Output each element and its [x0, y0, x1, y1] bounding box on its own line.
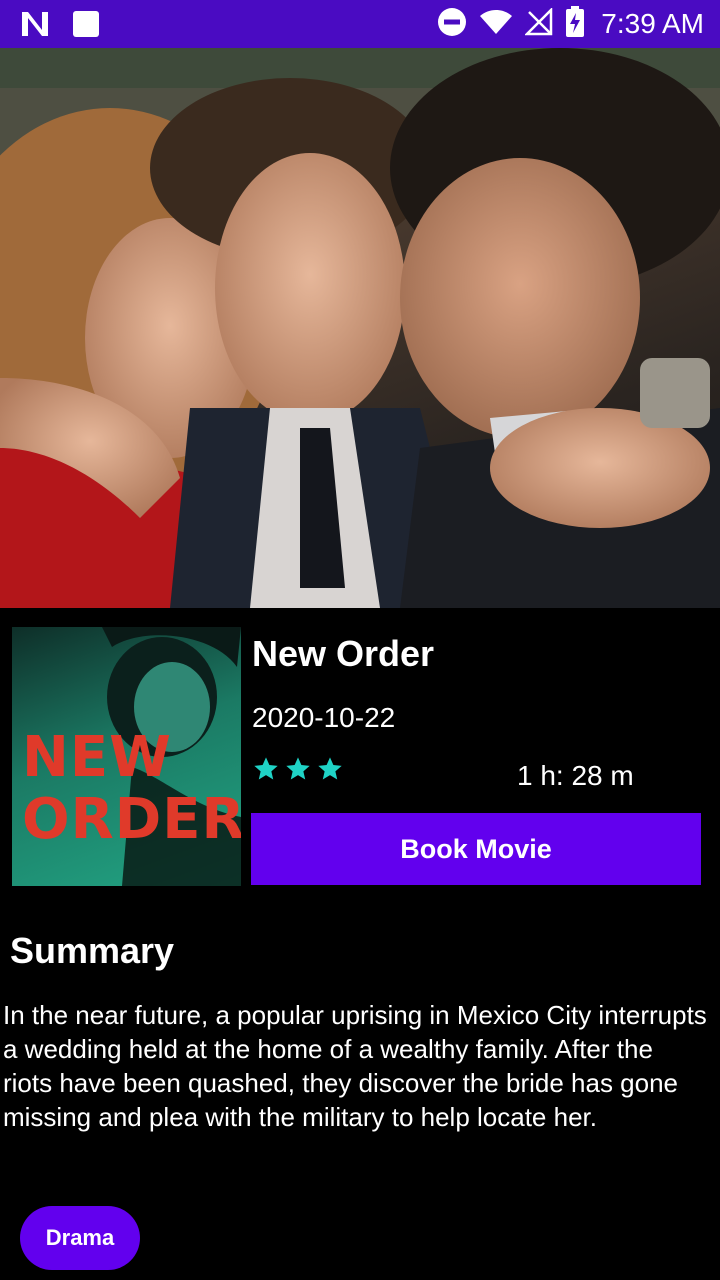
backdrop-photo [0, 48, 720, 608]
rating-stars [252, 755, 344, 788]
status-bar: 7:39 AM [0, 0, 720, 48]
status-bar-right: 7:39 AM [437, 0, 704, 48]
poster-title-line-1: NEW [22, 725, 172, 790]
status-bar-left [20, 10, 100, 43]
poster-title: NEW ORDER [22, 727, 241, 851]
star-icon [316, 755, 344, 788]
do-not-disturb-icon [437, 7, 467, 42]
summary-heading: Summary [10, 930, 175, 971]
status-time: 7:39 AM [601, 8, 704, 39]
book-movie-button[interactable]: Book Movie [251, 813, 701, 885]
movie-title: New Order [252, 633, 435, 674]
battery-charging-icon [565, 5, 585, 43]
star-icon [252, 755, 280, 788]
movie-poster: NEW ORDER [12, 627, 241, 886]
summary-text: In the near future, a popular uprising i… [3, 1000, 707, 1132]
square-notification-icon [72, 10, 100, 43]
genre-chip-drama[interactable]: Drama [20, 1206, 140, 1270]
n-logo-icon [20, 10, 50, 43]
star-icon [284, 755, 312, 788]
release-date: 2020-10-22 [252, 702, 396, 733]
wifi-icon [479, 9, 513, 40]
no-signal-icon [524, 6, 553, 41]
poster-title-line-2: ORDER [22, 787, 241, 852]
runtime: 1 h: 28 m [517, 760, 634, 791]
